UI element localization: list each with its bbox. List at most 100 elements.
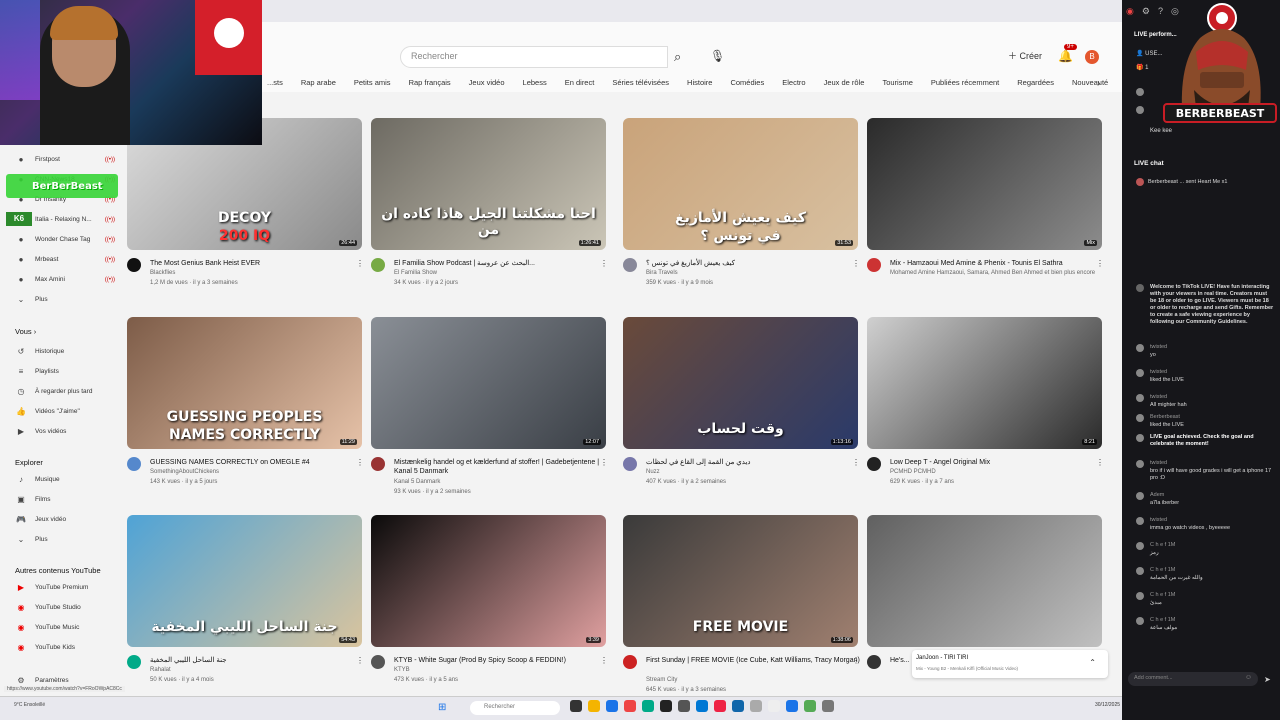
chip[interactable]: Lebess — [514, 78, 556, 92]
chat-username[interactable]: twisted — [1150, 369, 1270, 376]
emoji-icon[interactable]: ☺ — [1245, 674, 1252, 681]
send-icon[interactable]: ➤ — [1264, 675, 1271, 684]
chat-avatar[interactable] — [1136, 414, 1144, 422]
taskbar-app-icon[interactable] — [588, 700, 600, 712]
video-title[interactable]: ديدي من القمة إلى القاع في لحظات — [646, 458, 866, 467]
chevron-right-icon[interactable]: › — [1097, 78, 1100, 89]
taskbar-app-icon[interactable] — [642, 700, 654, 712]
chip[interactable]: Rap français — [400, 78, 460, 92]
chat-avatar[interactable] — [1136, 460, 1144, 468]
chat-username[interactable]: C h e f 1M — [1150, 542, 1270, 549]
sidebar-item[interactable]: ◉ YouTube Kids — [15, 643, 115, 652]
taskbar-app-icon[interactable] — [750, 700, 762, 712]
chip[interactable]: En direct — [556, 78, 604, 92]
taskbar-app-icon[interactable] — [822, 700, 834, 712]
channel-name[interactable]: Rahalat — [150, 666, 370, 674]
chip[interactable]: Séries télévisées — [603, 78, 678, 92]
video-title[interactable]: Mistænkelig handel og et kælderfund af s… — [394, 458, 614, 476]
video-thumbnail[interactable]: وقت لحساب 1:13:16 — [623, 317, 858, 449]
taskbar-app-icon[interactable] — [768, 700, 780, 712]
sidebar-item[interactable]: ◉ YouTube Studio — [15, 603, 115, 612]
channel-name[interactable]: PCMHD PCMHD — [890, 468, 1110, 476]
miniplayer[interactable]: JanJoon - TIRI TIRI Mix - Young B2 - Men… — [912, 650, 1108, 678]
channel-name[interactable]: Blackflies — [150, 269, 370, 277]
channel-name[interactable]: SomethingAboutChickens — [150, 468, 370, 476]
chat-username[interactable]: twisted — [1150, 394, 1270, 401]
channel-avatar[interactable] — [371, 258, 385, 272]
video-title[interactable]: GUESSING NAMES CORRECTLY on OMEGLE #4 — [150, 458, 370, 467]
taskbar-app-icon[interactable] — [804, 700, 816, 712]
more-options-icon[interactable]: ⋮ — [852, 656, 860, 665]
create-button[interactable]: ＋ Créer — [1008, 49, 1042, 62]
chat-avatar[interactable] — [1136, 344, 1144, 352]
sidebar-item[interactable]: ● Mrbeast ((•)) — [15, 255, 115, 264]
channel-name[interactable]: Stream City — [646, 676, 866, 684]
video-thumbnail[interactable]: FREE MOVIE 1:38:06 — [623, 515, 858, 647]
more-options-icon[interactable]: ⋮ — [356, 259, 364, 268]
taskbar-search[interactable]: Rechercher — [470, 701, 560, 715]
more-options-icon[interactable]: ⋮ — [852, 458, 860, 467]
add-comment-input[interactable]: Add comment... ☺ — [1128, 672, 1258, 686]
chip[interactable]: Comédies — [721, 78, 773, 92]
video-title[interactable]: El Familia Show Podcast | البحث عن عروسة… — [394, 259, 614, 268]
channel-avatar[interactable] — [127, 655, 141, 669]
sidebar-item[interactable]: ● Firstpost ((•)) — [15, 155, 115, 164]
channel-avatar[interactable] — [127, 457, 141, 471]
sidebar-item[interactable]: ▶ YouTube Premium — [15, 583, 115, 592]
sidebar-item[interactable]: ⌄ Plus — [15, 535, 115, 544]
chat-avatar[interactable] — [1136, 542, 1144, 550]
chat-username[interactable]: C h e f 1M — [1150, 592, 1270, 599]
more-options-icon[interactable]: ⋮ — [356, 656, 364, 665]
video-thumbnail[interactable]: احنا مشكلتنا الجيل هاذا كاده ان من 1:26:4… — [371, 118, 606, 250]
sidebar-item[interactable]: ◉ YouTube Music — [15, 623, 115, 632]
settings-icon[interactable]: ⚙ — [1142, 6, 1150, 17]
notifications-bell-icon[interactable]: 🔔 — [1058, 49, 1073, 63]
weather-widget[interactable]: 9°C Ensoleillé — [14, 702, 45, 708]
sidebar-item[interactable]: ● Wonder Chase Tag ((•)) — [15, 235, 115, 244]
account-avatar[interactable]: B — [1085, 50, 1099, 64]
chat-username[interactable]: twisted — [1150, 344, 1270, 351]
chat-username[interactable]: twisted — [1150, 517, 1270, 524]
chat-username[interactable]: twisted — [1150, 460, 1270, 467]
video-title[interactable]: Mix - Hamzaoui Med Amine & Phenix - Toun… — [890, 259, 1110, 268]
microphone-icon[interactable]: 🎙 — [710, 49, 725, 63]
sidebar-item[interactable]: ♪ Musique — [15, 475, 115, 484]
channel-avatar[interactable] — [623, 457, 637, 471]
chat-avatar[interactable] — [1136, 434, 1144, 442]
chat-username[interactable]: C h e f 1M — [1150, 617, 1270, 624]
channel-name[interactable]: Mohamed Amine Hamzaoui, Samara, Ahmed Be… — [890, 269, 1110, 277]
chat-avatar[interactable] — [1136, 369, 1144, 377]
channel-name[interactable]: Nuzz — [646, 468, 866, 476]
more-options-icon[interactable]: ⋮ — [356, 458, 364, 467]
chat-avatar[interactable] — [1136, 617, 1144, 625]
you-heading[interactable]: Vous › — [15, 327, 36, 336]
chip[interactable]: Electro — [773, 78, 814, 92]
chip[interactable]: Histoire — [678, 78, 721, 92]
channel-name[interactable]: Kanal 5 Danmark — [394, 478, 614, 486]
more-options-icon[interactable]: ⋮ — [600, 458, 608, 467]
more-options-icon[interactable]: ⋮ — [600, 259, 608, 268]
taskbar-app-icon[interactable] — [570, 700, 582, 712]
chip[interactable]: Tourisme — [873, 78, 921, 92]
video-thumbnail[interactable]: 8:21 — [867, 317, 1102, 449]
channel-avatar[interactable] — [623, 258, 637, 272]
channel-name[interactable]: Bira Travels — [646, 269, 866, 277]
channel-avatar[interactable] — [867, 457, 881, 471]
sidebar-item[interactable]: 🎮 Jeux vidéo — [15, 515, 115, 524]
chat-username[interactable]: Adem — [1150, 492, 1270, 499]
chip[interactable]: Regardées — [1008, 78, 1063, 92]
sidebar-item[interactable]: ▣ Films — [15, 495, 115, 504]
sidebar-item[interactable]: ↺ Historique — [15, 347, 115, 356]
taskbar-app-icon[interactable] — [678, 700, 690, 712]
notification-icon[interactable]: ◉ — [1126, 6, 1134, 17]
video-thumbnail[interactable]: GUESSING PEOPLES NAMES CORRECTLY 11:29 — [127, 317, 362, 449]
chat-avatar[interactable] — [1136, 394, 1144, 402]
taskbar-app-icon[interactable] — [786, 700, 798, 712]
chat-username[interactable]: Berberbeast — [1150, 414, 1270, 421]
channel-avatar[interactable] — [371, 457, 385, 471]
channel-avatar[interactable] — [623, 655, 637, 669]
search-input[interactable]: Rechercher — [400, 46, 668, 68]
sidebar-item[interactable]: ◷ À regarder plus tard — [15, 387, 115, 396]
taskbar-app-icon[interactable] — [696, 700, 708, 712]
chip[interactable]: Jeux vidéo — [460, 78, 514, 92]
